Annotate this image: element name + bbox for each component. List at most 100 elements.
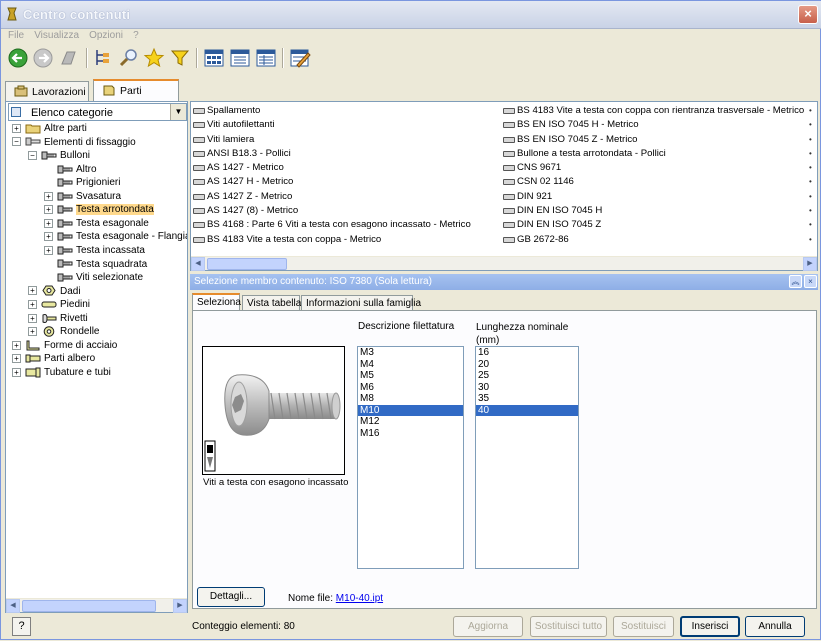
thread-option[interactable]: M3 [358,347,463,359]
tree-item-rondelle[interactable]: + Rondelle [28,325,99,338]
forward-icon[interactable] [32,47,54,69]
thread-option[interactable]: M10 [358,404,463,416]
length-option[interactable]: 16 [476,347,578,359]
list-item[interactable]: DIN EN ISO 7045 H [503,204,803,218]
list-item[interactable]: BS 4183 Vite a testa con coppa con rient… [503,104,804,118]
list-horizontal-scrollbar[interactable]: ◀ ▶ [191,256,817,271]
list-item[interactable]: Viti lamiera [193,133,493,147]
thread-listbox[interactable]: M3 M4 M5 M6 M8 M10 M12 M16 [357,346,464,569]
tree-horizontal-scrollbar[interactable]: ◀ ▶ [6,598,187,613]
list-item[interactable]: CNS 9671 [503,161,803,175]
scroll-thumb[interactable] [22,600,156,612]
list-item[interactable]: DIN 921 [503,190,803,204]
list-item[interactable]: BS 4168 : Parte 6 Viti a testa con esago… [193,218,493,232]
tree-item-testa-arrotondata[interactable]: + Testa arrotondata [44,203,154,216]
length-option[interactable]: 40 [476,404,578,416]
tree-item-piedini[interactable]: + Piedini [28,298,90,311]
aggiorna-button[interactable]: Aggiorna [453,616,523,637]
filter-icon[interactable] [169,47,191,69]
expand-icon[interactable]: + [12,354,21,364]
table-edit-icon[interactable] [289,47,311,69]
up-folder-icon[interactable] [58,47,80,69]
length-option[interactable]: 25 [476,370,578,382]
tree-item-svasatura[interactable]: + Svasatura [44,190,121,203]
list-item[interactable]: ANSI B18.3 - Pollici [193,147,493,161]
expand-icon[interactable]: + [44,218,53,228]
annulla-button[interactable]: Annulla [745,616,805,637]
expand-icon[interactable]: + [44,191,53,201]
list-item[interactable]: DIN EN ISO 7045 Z [503,218,803,232]
scroll-left-icon[interactable]: ◀ [6,599,20,613]
tree-item-parti-albero[interactable]: + Parti albero [12,352,95,365]
tab-vista-tabella[interactable]: Vista tabella [242,295,301,311]
scroll-left-icon[interactable]: ◀ [191,257,205,271]
search-icon[interactable] [118,47,140,69]
scroll-thumb[interactable] [207,258,287,270]
file-name-link[interactable]: M10-40.ipt [336,593,383,604]
menu-visualizza[interactable]: Visualizza [34,30,79,41]
expand-icon[interactable]: + [28,313,37,323]
list-item[interactable]: BS EN ISO 7045 Z - Metrico [503,133,803,147]
sostituisci-button[interactable]: Sostituisci [613,616,674,637]
close-button[interactable]: × [798,5,818,24]
inserisci-button[interactable]: Inserisci [680,616,740,637]
tree-view-icon[interactable] [93,47,115,69]
menu-help[interactable]: ? [133,30,139,41]
tab-informazioni-famiglia[interactable]: Informazioni sulla famiglia [301,295,421,311]
close-panel-icon[interactable]: × [804,275,817,288]
thread-option[interactable]: M12 [358,416,463,428]
list-item[interactable]: Bullone a testa arrotondata - Pollici [503,147,803,161]
tree-item-testa-esagonale-flangiato[interactable]: + Testa esagonale - Flangiato [44,230,187,243]
list-item[interactable]: Viti autofilettanti [193,118,493,132]
scroll-right-icon[interactable]: ▶ [173,599,187,613]
list-item[interactable]: CSN 02 1146 [503,175,803,189]
menu-opzioni[interactable]: Opzioni [89,30,123,41]
large-icons-view-icon[interactable] [203,47,225,69]
length-option[interactable]: 35 [476,393,578,405]
tree-item-bulloni[interactable]: − Bulloni [28,149,90,162]
tree-item-dadi[interactable]: + Dadi [28,285,81,298]
chevron-down-icon[interactable]: ▼ [170,104,186,120]
tree-item-testa-esagonale[interactable]: + Testa esagonale [44,217,149,230]
favorites-icon[interactable] [143,47,165,69]
list-item[interactable]: AS 1427 Z - Metrico [193,190,493,204]
collapse-icon[interactable]: − [28,150,37,160]
expand-icon[interactable]: + [44,232,53,242]
list-item[interactable]: BS EN ISO 7045 H - Metrico [503,118,803,132]
collapse-icon[interactable]: − [12,137,21,147]
expand-icon[interactable]: + [44,245,53,255]
tree-item-altre-parti[interactable]: + Altre parti [12,122,87,135]
expand-icon[interactable]: + [28,300,37,309]
details-button[interactable]: Dettagli... [197,587,265,607]
expand-icon[interactable]: + [28,286,37,296]
list-item[interactable]: AS 1427 - Metrico [193,161,493,175]
thread-option[interactable]: M5 [358,370,463,382]
category-combo[interactable]: Elenco categorie ▼ [8,103,187,121]
list-item[interactable]: BS 4183 Vite a testa con coppa - Metrico [193,233,493,247]
list-item[interactable]: AS 1427 H - Metrico [193,175,493,189]
sostituisci-tutto-button[interactable]: Sostituisci tutto [530,616,607,637]
scroll-right-icon[interactable]: ▶ [803,257,817,271]
list-item[interactable]: GB 2672-86 [503,233,803,247]
thread-option[interactable]: M4 [358,359,463,371]
collapse-up-icon[interactable]: ︽ [789,275,802,288]
length-option[interactable]: 30 [476,382,578,394]
thread-option[interactable]: M16 [358,428,463,440]
list-item[interactable]: Spallamento [193,104,493,118]
tree-item-forme-di-acciaio[interactable]: + Forme di acciaio [12,339,117,352]
tree-item-altro[interactable]: Altro [44,163,97,176]
tree-item-viti-selezionate[interactable]: Viti selezionate [44,271,143,284]
tree-item-rivetti[interactable]: + Rivetti [28,312,88,325]
tree-item-testa-squadrata[interactable]: Testa squadrata [44,258,147,271]
list-view-icon[interactable] [229,47,251,69]
expand-icon[interactable]: + [44,205,53,215]
tree-item-elementi-di-fissaggio[interactable]: − Elementi di fissaggio [12,136,136,149]
tree-item-prigionieri[interactable]: Prigionieri [44,176,120,189]
length-listbox[interactable]: 16 20 25 30 35 40 [475,346,579,569]
expand-icon[interactable]: + [12,340,21,350]
thread-option[interactable]: M6 [358,382,463,394]
expand-icon[interactable]: + [28,327,37,337]
thread-option[interactable]: M8 [358,393,463,405]
expand-icon[interactable]: + [12,367,21,377]
length-option[interactable]: 20 [476,359,578,371]
